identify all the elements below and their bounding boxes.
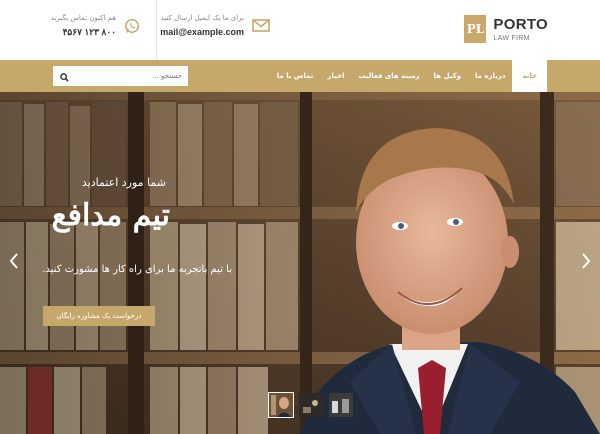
chevron-left-icon [9,252,19,274]
logo-subtitle: LAW FIRM [493,34,530,42]
search-icon [59,67,69,86]
hero-title: تیم مدافع [51,198,170,233]
whatsapp-icon [124,18,140,34]
nav-item-about[interactable]: درباره ما [468,60,512,92]
slider-next-button[interactable] [578,252,594,274]
search-input[interactable] [75,66,188,86]
slider-thumbnails [268,392,354,418]
hero-subtitle: شما مورد اعتمادید [81,176,166,189]
nav-item-practice-areas[interactable]: زمینه های فعالیت [351,60,426,92]
hero-background-image [0,92,600,434]
nav-item-lawyers[interactable]: وکیل ها [427,60,468,92]
site-header: PL PORTO LAW FIRM برای ما یک ایمیل ارسال… [0,0,600,60]
site-logo[interactable]: PL PORTO LAW FIRM [464,15,548,43]
search-box [53,66,188,86]
chevron-right-icon [581,252,591,274]
search-button[interactable] [53,66,75,86]
logo-mark: PL [464,15,487,43]
free-consultation-button[interactable]: درخواست یک مشاوره رایگان [43,306,155,326]
phone-contact: هم اکنون تماس بگیرید ۸۰۰ ۱۲۳ ۴۵۶۷ [51,14,140,38]
slide-thumbnail-2[interactable] [298,392,324,418]
email-label: برای ما یک ایمیل ارسال کنید [160,14,244,22]
logo-name: PORTO [493,15,548,33]
email-link[interactable]: mail@example.com [160,27,244,37]
nav-item-home[interactable]: خانه [512,60,547,92]
phone-label: هم اکنون تماس بگیرید [50,14,116,22]
hero-slider: شما مورد اعتمادید تیم مدافع با تیم باتجر… [0,92,600,434]
email-contact: برای ما یک ایمیل ارسال کنید mail@example… [160,14,270,37]
envelope-icon [252,19,270,32]
slider-prev-button[interactable] [6,252,22,274]
phone-link[interactable]: ۸۰۰ ۱۲۳ ۴۵۶۷ [51,27,116,38]
slide-thumbnail-1[interactable] [268,392,294,418]
header-divider [156,0,157,60]
hero-description: با تیم باتجربه ما برای راه کار ها مشورت … [42,264,232,275]
nav-item-contact[interactable]: تماس با ما [270,60,321,92]
nav-item-news[interactable]: اخبار [320,60,351,92]
slide-thumbnail-3[interactable] [328,392,354,418]
